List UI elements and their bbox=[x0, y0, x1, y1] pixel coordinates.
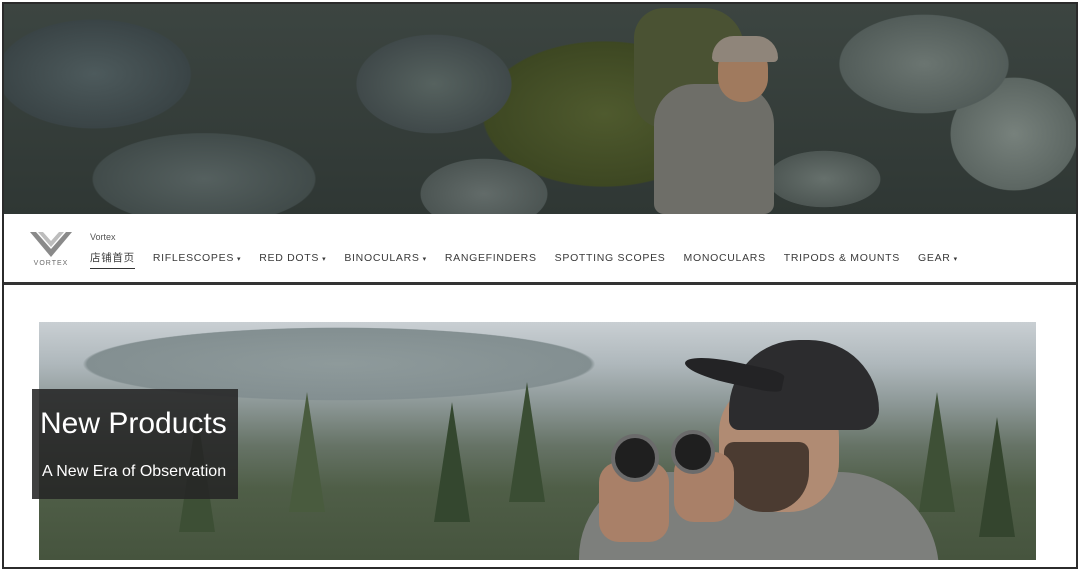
nav-item-label: RANGEFINDERS bbox=[444, 252, 537, 264]
chevron-down-icon: ▾ bbox=[953, 256, 958, 263]
nav-item[interactable]: MONOCULARS bbox=[684, 252, 766, 267]
chevron-down-icon: ▾ bbox=[322, 256, 327, 263]
logo-wordmark: VORTEX bbox=[33, 260, 69, 267]
nav-item[interactable]: 店铺首页 bbox=[90, 250, 135, 269]
nav-item-label: RIFLESCOPES bbox=[152, 252, 235, 264]
nav-item[interactable]: RANGEFINDERS bbox=[445, 252, 537, 267]
nav-item[interactable]: RED DOTS ▾ bbox=[259, 252, 326, 267]
store-navbar: VORTEX Vortex 店铺首页 RIFLESCOPES ▾ RED DOTS ▾ B… bbox=[4, 214, 1076, 285]
hiker-cap bbox=[712, 36, 778, 62]
nav-item-label: RED DOTS bbox=[259, 252, 320, 264]
top-hero-banner[interactable] bbox=[4, 4, 1076, 214]
promo-caption[interactable]: New Products A New Era of Observation bbox=[32, 389, 238, 499]
binocular-lens-icon bbox=[671, 430, 715, 474]
hiker-body bbox=[654, 84, 774, 214]
promo-title: New Products bbox=[40, 407, 227, 440]
nav-item-label: BINOCULARS bbox=[344, 252, 420, 264]
tree bbox=[434, 402, 470, 522]
nav-item-label: GEAR bbox=[918, 252, 951, 264]
nav-item[interactable]: BINOCULARS ▾ bbox=[344, 252, 426, 267]
page-frame: VORTEX Vortex 店铺首页 RIFLESCOPES ▾ RED DOTS ▾ B… bbox=[2, 2, 1078, 569]
chevron-down-icon: ▾ bbox=[237, 256, 242, 263]
nav-item-label: TRIPODS & MOUNTS bbox=[783, 252, 900, 264]
chevron-down-icon: ▾ bbox=[422, 256, 427, 263]
hiker-figure bbox=[614, 4, 814, 214]
store-name[interactable]: Vortex bbox=[90, 232, 116, 242]
tree bbox=[509, 382, 545, 502]
nav-item-label: SPOTTING SCOPES bbox=[554, 252, 666, 264]
tree bbox=[289, 392, 325, 512]
nav-item[interactable]: GEAR ▾ bbox=[918, 252, 958, 267]
nav-menu: 店铺首页 RIFLESCOPES ▾ RED DOTS ▾ BINOCULARS ▾ RANG… bbox=[90, 250, 976, 269]
nav-item[interactable]: TRIPODS & MOUNTS bbox=[784, 252, 900, 267]
nav-item-label: MONOCULARS bbox=[683, 252, 766, 264]
binocular-lens-icon bbox=[611, 434, 659, 482]
nav-item-label: 店铺首页 bbox=[90, 252, 135, 264]
promo-subtitle: A New Era of Observation bbox=[42, 463, 227, 480]
nav-item[interactable]: RIFLESCOPES ▾ bbox=[153, 252, 241, 267]
nav-item[interactable]: SPOTTING SCOPES bbox=[555, 252, 666, 267]
man-with-binoculars bbox=[579, 322, 999, 560]
